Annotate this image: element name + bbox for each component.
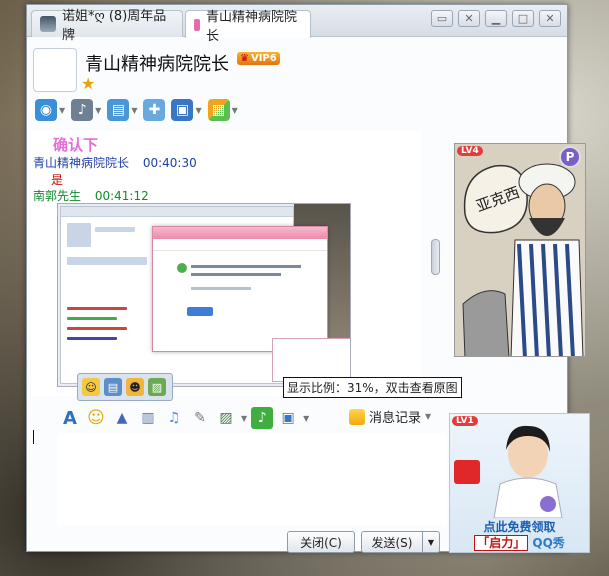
chevron-down-icon: ▼ [425, 412, 432, 421]
minimize-icon[interactable]: ▁ [485, 10, 507, 27]
contact-header: 青山精神病院院长 ♛ VIP6 ★ [27, 38, 567, 94]
chevron-down-icon: ▼ [427, 537, 435, 547]
apps-icon: ▦ [207, 99, 230, 121]
chevron-down-icon: ▼ [59, 105, 66, 115]
folder-transfer-icon: ▤ [107, 99, 130, 121]
close-icon[interactable]: ✕ [539, 10, 561, 27]
image-edit-icon[interactable]: ▨ [148, 378, 166, 396]
sender-line: 青山精神病院院长 00:40:30 [33, 154, 197, 171]
close-button[interactable]: 关闭(C) [287, 531, 355, 553]
chat-message: 是 [51, 173, 64, 187]
file-transfer-button[interactable]: ▤ ▼ [107, 98, 137, 122]
message-time: 00:41:12 [94, 189, 149, 203]
send-button[interactable]: 发送(S) [361, 531, 423, 553]
music-icon[interactable]: ♪ [251, 407, 274, 429]
thumbnail-dialog [152, 226, 328, 352]
restore-icon[interactable]: ▭ [431, 10, 453, 27]
message-input[interactable] [57, 433, 447, 525]
maximize-icon[interactable]: □ [512, 10, 534, 27]
qq-chat-window: 诺姐*ღ (8)周年品牌 青山精神病院院长 ▭ ✕ ▁ □ ✕ 青山精神病院院长… [26, 4, 590, 553]
chevron-down-icon[interactable]: ▼ [241, 414, 247, 423]
sender-name[interactable]: 青山精神病院院长 [33, 156, 129, 170]
action-buttons: 关闭(C) 发送(S) ▼ [287, 531, 440, 553]
save-icon[interactable]: ▤ [104, 378, 122, 396]
message-time: 00:40:30 [142, 156, 197, 170]
send-options-button[interactable]: ▼ [422, 531, 440, 553]
microphone-icon: ♪ [71, 99, 94, 121]
ad-brand: 「启力」 QQ秀 [450, 534, 589, 551]
video-msg-icon[interactable]: ▥ [137, 407, 159, 429]
chat-add-icon: ✚ [143, 99, 166, 121]
message-history-label: 消息记录 [369, 411, 422, 426]
star-icon[interactable]: ★ [81, 74, 95, 93]
chevron-down-icon: ▼ [195, 105, 202, 115]
tab-chat-2[interactable]: 青山精神病院院长 [185, 10, 311, 44]
font-icon[interactable]: A [59, 407, 81, 429]
gift-icon [454, 460, 480, 484]
voice-call-button[interactable]: ♪ ▼ [71, 98, 101, 122]
emoji-icon[interactable]: ☺ [85, 407, 107, 429]
sender-line: 南郭先生 00:41:12 [33, 187, 149, 204]
message-history-button[interactable]: 消息记录 ▼ [349, 407, 431, 426]
level-badge: LV4 [457, 146, 483, 156]
image-icon[interactable]: ▨ [215, 407, 237, 429]
input-toolbar: A ☺ ▲ ▥ ♫ ✎ ▨ ▼ ♪ ▣ ▼ [59, 405, 309, 431]
remote-assist-button[interactable]: ▣ ▼ [171, 98, 202, 122]
magic-icon[interactable]: ▲ [111, 407, 133, 429]
sender-name[interactable]: 南郭先生 [33, 189, 81, 203]
crown-icon: ♛ [240, 53, 249, 64]
chat-scrollbar[interactable] [431, 239, 440, 275]
cartoon-character-image: 亚克西 [455, 144, 585, 356]
level-badge: LV1 [452, 416, 478, 426]
chevron-down-icon: ▼ [231, 105, 238, 115]
window-controls: ▭ ✕ ▁ □ ✕ [431, 10, 561, 27]
close-small-icon[interactable]: ✕ [458, 10, 480, 27]
chat-history: 确认下 青山精神病院院长 00:40:30 是 南郭先生 00:41:12 [31, 131, 421, 396]
video-call-button[interactable]: ◉ ▼ [35, 98, 65, 122]
chevron-down-icon[interactable]: ▼ [303, 414, 309, 423]
thumbnail-popup [272, 338, 350, 382]
vip-badge[interactable]: ♛ VIP6 [237, 52, 280, 65]
favorite-icon[interactable]: ☻ [126, 378, 144, 396]
contact-name[interactable]: 青山精神病院院长 [85, 50, 229, 76]
screenshot-icon[interactable]: ▣ [277, 407, 299, 429]
chevron-down-icon: ▼ [95, 105, 102, 115]
voice-msg-icon[interactable]: ♫ [163, 407, 185, 429]
zoom-tooltip: 显示比例：31%，双击查看原图 [283, 377, 462, 398]
handwrite-icon[interactable]: ✎ [189, 407, 211, 429]
apps-button[interactable]: ▦ ▼ [207, 98, 238, 122]
text-cursor [33, 430, 34, 444]
screen-share-icon: ▣ [171, 99, 194, 121]
screenshot-image[interactable] [57, 203, 351, 387]
qqshow-ad-panel[interactable]: LV1 点此免费领取 「启力」 QQ秀 [449, 413, 590, 553]
contact-show-panel[interactable]: 亚克西 LV4 P [454, 143, 586, 357]
chat-message: 确认下 [53, 136, 99, 154]
contact-avatar[interactable] [33, 48, 77, 92]
smile-icon[interactable]: ☺ [82, 378, 100, 396]
create-discussion-button[interactable]: ✚ [143, 98, 166, 122]
history-icon [349, 408, 365, 425]
tab-chat-1[interactable]: 诺姐*ღ (8)周年品牌 [31, 9, 183, 43]
chevron-down-icon: ▼ [131, 105, 138, 115]
p-button[interactable]: P [559, 146, 581, 168]
ad-headline: 点此免费领取 [483, 520, 556, 534]
tab-bar: 诺姐*ღ (8)周年品牌 青山精神病院院长 ▭ ✕ ▁ □ ✕ [27, 5, 567, 44]
image-action-bar: ☺ ▤ ☻ ▨ [77, 373, 173, 401]
top-toolbar: ◉ ▼ ♪ ▼ ▤ ▼ ✚ ▣ ▼ ▦ ▼ [35, 97, 238, 123]
tab-avatar-icon [194, 18, 200, 31]
tab-avatar-icon [40, 16, 56, 32]
video-icon: ◉ [35, 99, 57, 121]
